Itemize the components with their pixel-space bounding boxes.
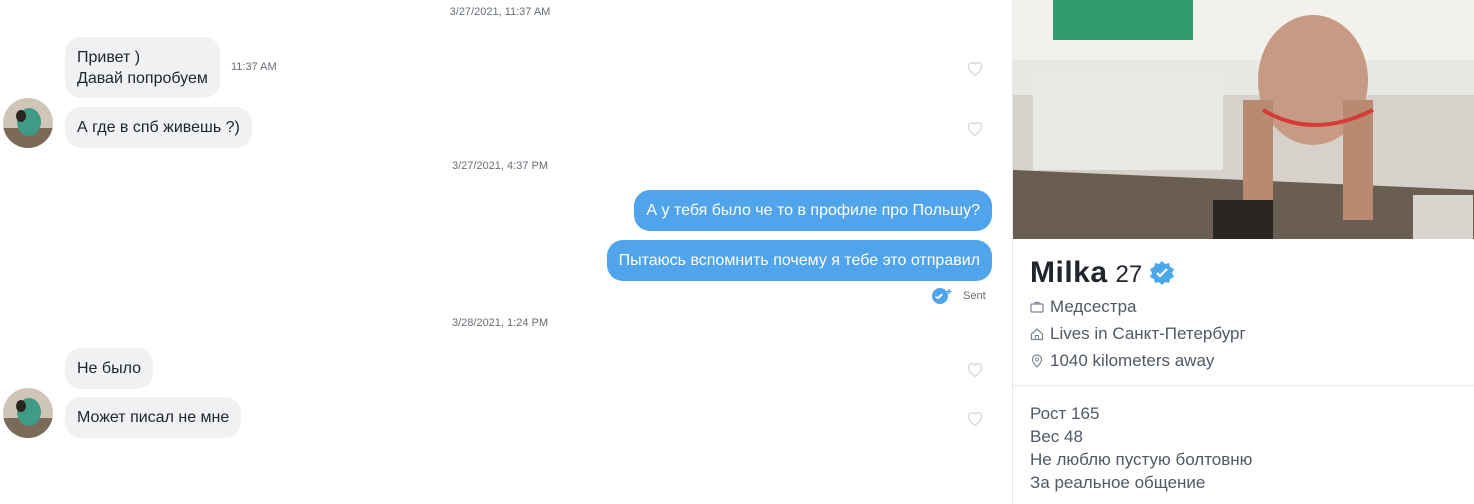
profile-divider xyxy=(1013,385,1474,386)
verified-badge-icon xyxy=(1150,261,1175,285)
profile-city: Санкт-Петербург xyxy=(1112,324,1246,343)
timestamp-divider: 3/27/2021, 11:37 AM xyxy=(449,6,551,18)
profile-job: Медсестра xyxy=(1050,297,1137,316)
location-pin-icon xyxy=(1031,354,1043,368)
bio-line: Вес 48 xyxy=(1030,427,1083,446)
home-icon xyxy=(1030,328,1044,341)
timestamp-divider: 3/28/2021, 1:24 PM xyxy=(451,317,548,329)
timestamp-divider: 3/27/2021, 4:37 PM xyxy=(451,160,548,172)
profile-name: Milka xyxy=(1030,256,1108,289)
message-text: Привет ) xyxy=(77,48,141,66)
messages-screen: 3/27/2021, 11:37 AM Привет ) Давай попро… xyxy=(0,0,1474,504)
message-text: Может писал не мне xyxy=(77,409,230,426)
incoming-message-bubble[interactable]: Привет ) Давай попробуем xyxy=(65,37,220,98)
message-text: Давай попробуем xyxy=(77,69,208,87)
message-text: А у тебя было че то в профиле про Польшу… xyxy=(646,202,980,219)
profile-location-row: Lives in Санкт-Петербург xyxy=(1030,324,1246,344)
bio-line: За реальное общение xyxy=(1030,473,1206,492)
outgoing-message-bubble[interactable]: А у тебя было че то в профиле про Польшу… xyxy=(634,190,992,231)
heart-icon[interactable] xyxy=(965,360,985,378)
message-time: 11:37 AM xyxy=(231,61,277,73)
profile-bio: Рост 165 Вес 48 Не люблю пустую болтовню… xyxy=(1030,402,1252,494)
profile-photo[interactable] xyxy=(1013,0,1474,239)
outgoing-message-bubble[interactable]: Пытаюсь вспомнить почему я тебе это отпр… xyxy=(606,240,992,281)
bio-line: Не люблю пустую болтовню xyxy=(1030,450,1253,469)
lives-in-label: Lives in xyxy=(1050,324,1113,343)
incoming-message-bubble[interactable]: А где в спб живешь ?) xyxy=(65,107,252,148)
incoming-message-bubble[interactable]: Может писал не мне xyxy=(65,397,242,438)
delivery-status: Sent xyxy=(931,287,986,305)
message-text: А где в спб живешь ?) xyxy=(77,119,240,136)
match-avatar[interactable] xyxy=(3,388,53,438)
briefcase-icon xyxy=(1030,301,1044,313)
heart-icon[interactable] xyxy=(965,119,985,137)
heart-icon[interactable] xyxy=(965,59,985,77)
sent-label: Sent xyxy=(963,290,986,302)
profile-panel: Milka 27 Медсестра Lives in Санкт-Петерб… xyxy=(1012,0,1474,504)
conversation-pane: 3/27/2021, 11:37 AM Привет ) Давай попро… xyxy=(0,0,1012,504)
incoming-message-bubble[interactable]: Не было xyxy=(65,348,153,389)
match-avatar[interactable] xyxy=(3,98,53,148)
profile-age: 27 xyxy=(1115,261,1143,288)
profile-distance: 1040 kilometers away xyxy=(1050,351,1215,370)
double-check-icon xyxy=(932,288,952,304)
profile-distance-row: 1040 kilometers away xyxy=(1030,351,1214,371)
bio-line: Рост 165 xyxy=(1030,404,1100,423)
message-text: Не было xyxy=(77,360,141,377)
profile-header: Milka 27 xyxy=(1030,256,1176,290)
heart-icon[interactable] xyxy=(965,409,985,427)
profile-job-row: Медсестра xyxy=(1030,297,1137,317)
message-text: Пытаюсь вспомнить почему я тебе это отпр… xyxy=(618,252,980,269)
